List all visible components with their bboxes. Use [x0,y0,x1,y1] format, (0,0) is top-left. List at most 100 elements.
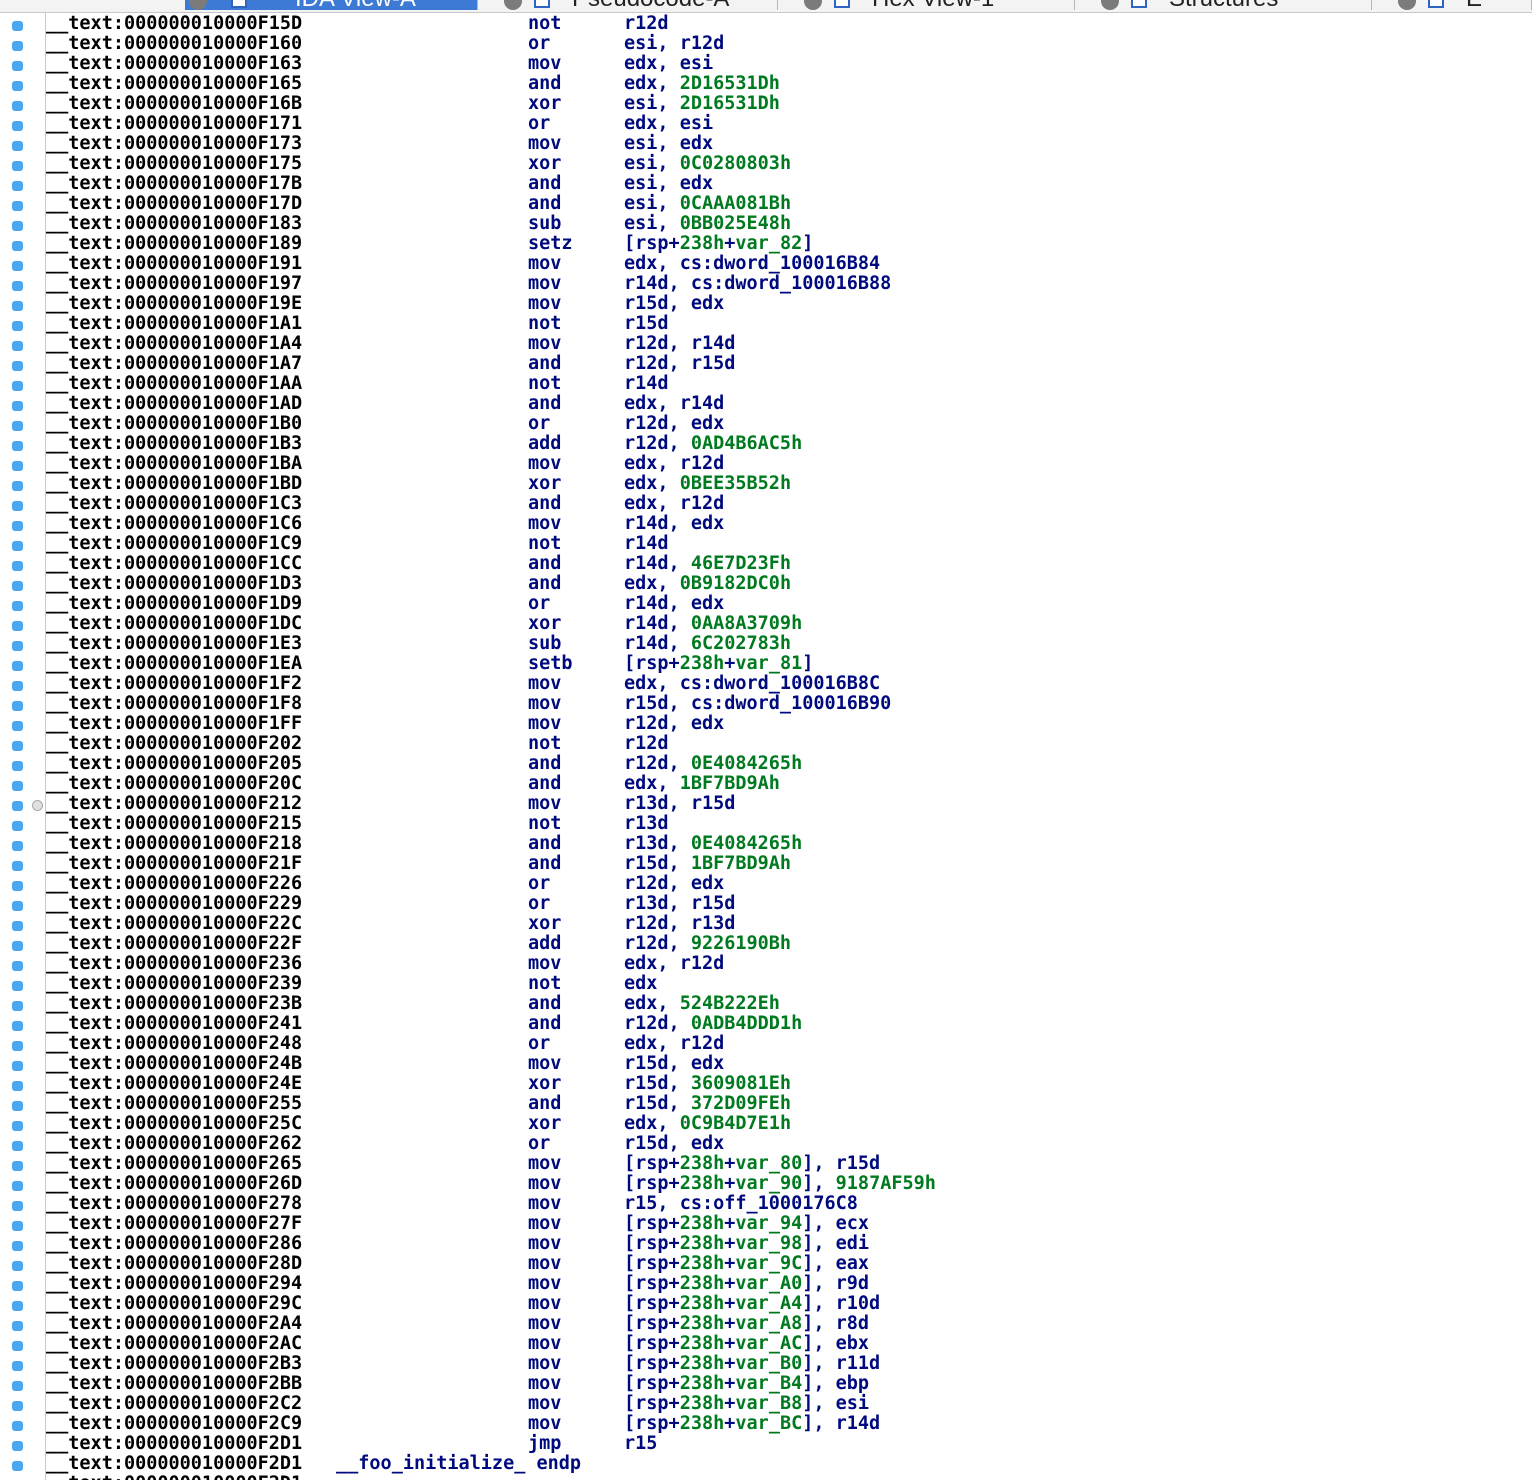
listing-row[interactable]: __text:000000010000F15D not r12d [46,14,1532,34]
line-marker-icon[interactable] [12,301,23,311]
line-marker-icon[interactable] [12,1281,23,1291]
listing-row[interactable]: __text:000000010000F1AD and edx, r14d [46,394,1532,414]
listing-row[interactable]: __text:000000010000F226 or r12d, edx [46,874,1532,894]
tab-close-icon[interactable] [504,0,522,10]
listing-row[interactable]: __text:000000010000F241 and r12d, 0ADB4DDD… [46,1014,1532,1034]
line-marker-icon[interactable] [12,981,23,991]
line-marker-icon[interactable] [12,1201,23,1211]
tab-pseudocode-a[interactable]: Pseudocode-A [478,0,778,10]
listing-row[interactable]: __text:000000010000F2A4 mov [rsp+238h+var_… [46,1314,1532,1334]
line-marker-icon[interactable] [12,421,23,431]
listing-row[interactable]: __text:000000010000F262 or r15d, edx [46,1134,1532,1154]
listing-row[interactable]: __text:000000010000F1A4 mov r12d, r14d [46,334,1532,354]
listing-row[interactable]: __text:000000010000F26D mov [rsp+238h+var_… [46,1174,1532,1194]
tab-close-icon[interactable] [1101,0,1119,10]
listing-row[interactable]: __text:000000010000F205 and r12d, 0E408426… [46,754,1532,774]
line-marker-icon[interactable] [12,841,23,851]
listing-row[interactable]: __text:000000010000F28D mov [rsp+238h+var_… [46,1254,1532,1274]
line-marker-icon[interactable] [12,361,23,371]
listing-row[interactable]: __text:000000010000F29C mov [rsp+238h+var_… [46,1294,1532,1314]
tab-e[interactable]: E [1372,0,1532,10]
line-marker-icon[interactable] [12,601,23,611]
line-marker-icon[interactable] [12,961,23,971]
listing-row[interactable]: __text:000000010000F2C2 mov [rsp+238h+var_… [46,1394,1532,1414]
listing-row[interactable]: __text:000000010000F1B0 or r12d, edx [46,414,1532,434]
listing-row[interactable]: __text:000000010000F294 mov [rsp+238h+var_… [46,1274,1532,1294]
listing-row[interactable]: __text:000000010000F173 mov esi, edx [46,134,1532,154]
listing-row[interactable]: __text:000000010000F1E3 sub r14d, 6C202783… [46,634,1532,654]
listing-row[interactable]: __text:000000010000F17B and esi, edx [46,174,1532,194]
line-marker-icon[interactable] [12,201,23,211]
listing-row[interactable]: __text:000000010000F1A7 and r12d, r15d [46,354,1532,374]
line-marker-icon[interactable] [12,341,23,351]
listing-row[interactable]: __text:000000010000F175 xor esi, 0C0280803… [46,154,1532,174]
line-marker-icon[interactable] [12,441,23,451]
line-marker-icon[interactable] [12,1381,23,1391]
line-marker-icon[interactable] [12,1401,23,1411]
line-marker-icon[interactable] [12,661,23,671]
listing-row[interactable]: __text:000000010000F1C9 not r14d [46,534,1532,554]
line-marker-icon[interactable] [12,1221,23,1231]
tab-close-icon[interactable] [1398,0,1416,10]
line-marker-icon[interactable] [12,161,23,171]
listing-row[interactable]: __text:000000010000F183 sub esi, 0BB025E48… [46,214,1532,234]
line-marker-icon[interactable] [12,1261,23,1271]
line-marker-icon[interactable] [12,761,23,771]
line-marker-icon[interactable] [12,261,23,271]
line-marker-icon[interactable] [12,1141,23,1151]
listing-row[interactable]: __text:000000010000F1F8 mov r15d, cs:dword… [46,694,1532,714]
line-marker-icon[interactable] [12,1421,23,1431]
listing-row[interactable]: __text:000000010000F265 mov [rsp+238h+var_… [46,1154,1532,1174]
listing-row[interactable]: __text:000000010000F2AC mov [rsp+238h+var_… [46,1334,1532,1354]
line-marker-icon[interactable] [12,921,23,931]
line-marker-icon[interactable] [12,1081,23,1091]
listing-row[interactable]: __text:000000010000F1D9 or r14d, edx [46,594,1532,614]
listing-row[interactable]: __text:000000010000F255 and r15d, 372D09FE… [46,1094,1532,1114]
listing-row[interactable]: __text:000000010000F218 and r13d, 0E408426… [46,834,1532,854]
listing-row[interactable]: __text:000000010000F20C and edx, 1BF7BD9Ah [46,774,1532,794]
line-marker-icon[interactable] [12,521,23,531]
listing-row[interactable]: __text:000000010000F189 setz [rsp+238h+var… [46,234,1532,254]
listing-row[interactable]: __text:000000010000F1C3 and edx, r12d [46,494,1532,514]
listing-row[interactable]: __text:000000010000F215 not r13d [46,814,1532,834]
line-marker-icon[interactable] [12,501,23,511]
line-marker-icon[interactable] [12,1021,23,1031]
listing-row[interactable]: __text:000000010000F1BA mov edx, r12d [46,454,1532,474]
line-marker-icon[interactable] [12,861,23,871]
listing-row[interactable]: __text:000000010000F239 not edx [46,974,1532,994]
line-marker-icon[interactable] [12,1041,23,1051]
line-marker-icon[interactable] [12,541,23,551]
listing-row[interactable]: __text:000000010000F229 or r13d, r15d [46,894,1532,914]
line-marker-icon[interactable] [12,241,23,251]
line-marker-icon[interactable] [12,1121,23,1131]
breakpoint-gutter[interactable] [0,12,46,1480]
tab-close-icon[interactable] [804,0,822,10]
line-marker-icon[interactable] [12,741,23,751]
line-marker-icon[interactable] [12,461,23,471]
line-marker-icon[interactable] [12,641,23,651]
tab-structures[interactable]: Structures [1075,0,1372,10]
listing-row[interactable]: __text:000000010000F1F2 mov edx, cs:dword_… [46,674,1532,694]
listing-row[interactable]: __text:000000010000F21F and r15d, 1BF7BD9A… [46,854,1532,874]
listing-row[interactable]: __text:000000010000F160 or esi, r12d [46,34,1532,54]
listing-row[interactable]: __text:000000010000F24B mov r15d, edx [46,1054,1532,1074]
listing-row[interactable]: __text:000000010000F2C9 mov [rsp+238h+var_… [46,1414,1532,1434]
listing-row[interactable]: __text:000000010000F17D and esi, 0CAAA081B… [46,194,1532,214]
listing-row[interactable]: __text:000000010000F1AA not r14d [46,374,1532,394]
listing-row[interactable]: __text:000000010000F1FF mov r12d, edx [46,714,1532,734]
line-marker-icon[interactable] [12,581,23,591]
line-marker-icon[interactable] [12,1441,23,1451]
line-marker-icon[interactable] [12,181,23,191]
listing-row[interactable]: __text:000000010000F286 mov [rsp+238h+var_… [46,1234,1532,1254]
tab-hex-view-1[interactable]: Hex View-1 [778,0,1075,10]
listing-row[interactable]: __text:000000010000F212 mov r13d, r15d [46,794,1532,814]
line-marker-icon[interactable] [12,1341,23,1351]
listing-row[interactable]: __text:000000010000F1D3 and edx, 0B9182DC0… [46,574,1532,594]
listing-row[interactable]: __text:000000010000F236 mov edx, r12d [46,954,1532,974]
line-marker-icon[interactable] [12,381,23,391]
line-marker-icon[interactable] [12,81,23,91]
line-marker-icon[interactable] [12,1061,23,1071]
listing-row[interactable]: __text:000000010000F1A1 not r15d [46,314,1532,334]
line-marker-icon[interactable] [12,561,23,571]
line-marker-icon[interactable] [12,1241,23,1251]
